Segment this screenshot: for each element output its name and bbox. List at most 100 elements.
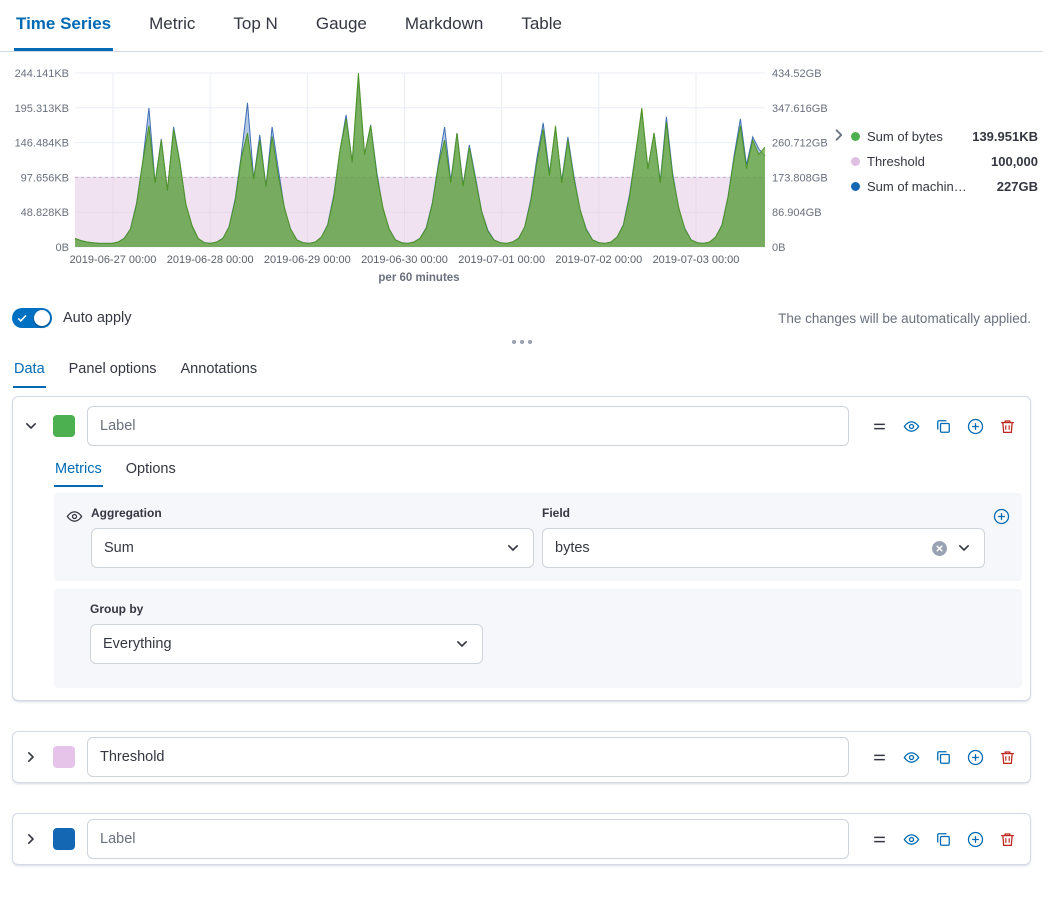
plus-icon — [967, 418, 984, 435]
chevron-right-icon — [23, 749, 39, 765]
auto-apply-help-text: The changes will be automatically applie… — [778, 311, 1031, 326]
clear-field-button[interactable] — [931, 540, 948, 557]
svg-text:347.616GB: 347.616GB — [772, 103, 828, 115]
tab-table[interactable]: Table — [519, 0, 564, 51]
auto-apply-toggle[interactable] — [12, 308, 52, 328]
legend-color-dot — [851, 157, 860, 166]
svg-text:173.808GB: 173.808GB — [772, 172, 828, 184]
plus-icon — [967, 749, 984, 766]
chevron-down-icon — [454, 636, 470, 652]
add-metric-button[interactable] — [993, 508, 1010, 525]
tab-gauge[interactable]: Gauge — [314, 0, 369, 51]
tab-options[interactable]: Options — [125, 453, 177, 487]
toggle-metric-visibility-button[interactable] — [66, 508, 83, 525]
legend-item-value: 100,000 — [991, 154, 1038, 169]
trash-icon — [999, 831, 1016, 848]
legend-item[interactable]: Threshold 100,000 — [851, 149, 1038, 174]
series-color-swatch[interactable] — [53, 746, 75, 768]
trash-icon — [999, 749, 1016, 766]
add-series-button[interactable] — [967, 831, 984, 848]
series-label-input[interactable] — [87, 737, 849, 777]
copy-icon — [935, 749, 952, 766]
editor-tabs: Data Panel options Annotations — [0, 352, 1043, 388]
aggregation-label: Aggregation — [91, 506, 534, 520]
legend-color-dot — [851, 132, 860, 141]
toggle-series-visibility-button[interactable] — [903, 749, 920, 766]
svg-text:2019-07-01 00:00: 2019-07-01 00:00 — [458, 254, 545, 266]
series-row-header — [13, 397, 1030, 453]
series-actions — [871, 418, 1020, 435]
series-expand-button[interactable] — [21, 829, 41, 849]
legend-collapse-button[interactable] — [830, 126, 848, 144]
svg-text:244.141KB: 244.141KB — [15, 68, 69, 80]
metrics-options-tabs: Metrics Options — [13, 453, 1030, 487]
tab-annotations[interactable]: Annotations — [180, 352, 259, 388]
svg-text:97.656KB: 97.656KB — [21, 172, 69, 184]
field-value: bytes — [555, 540, 590, 556]
svg-text:0B: 0B — [772, 242, 785, 254]
clone-series-button[interactable] — [935, 749, 952, 766]
group-by-value: Everything — [103, 636, 172, 652]
legend-item-label: Sum of machin… — [867, 179, 967, 194]
add-series-button[interactable] — [967, 749, 984, 766]
chevron-down-icon — [956, 540, 972, 556]
plus-icon — [967, 831, 984, 848]
drag-handle[interactable] — [871, 418, 888, 435]
field-combobox[interactable]: bytes — [542, 528, 985, 568]
chart-section: 244.141KB434.52GB195.313KB347.616GB146.4… — [0, 52, 1043, 292]
tab-time-series[interactable]: Time Series — [14, 0, 113, 51]
toggle-series-visibility-button[interactable] — [903, 418, 920, 435]
panel-resize-handle[interactable] — [0, 336, 1043, 352]
chevron-right-icon — [23, 831, 39, 847]
field-column: Field bytes — [542, 506, 985, 568]
series-color-swatch[interactable] — [53, 415, 75, 437]
legend-item[interactable]: Sum of machin… 227GB — [851, 174, 1038, 199]
trash-icon — [999, 418, 1016, 435]
group-by-select[interactable]: Everything — [90, 624, 483, 664]
legend-item[interactable]: Sum of bytes 139.951KB — [851, 124, 1038, 149]
svg-text:2019-07-02 00:00: 2019-07-02 00:00 — [555, 254, 642, 266]
toggle-series-visibility-button[interactable] — [903, 831, 920, 848]
tab-metric[interactable]: Metric — [147, 0, 197, 51]
series-panels: Metrics Options Aggregation Sum Field — [0, 388, 1043, 883]
drag-handle-icon — [871, 749, 888, 766]
clear-icon — [931, 540, 948, 557]
clone-series-button[interactable] — [935, 831, 952, 848]
auto-apply-row: Auto apply The changes will be automatic… — [0, 292, 1043, 336]
visualization-type-tabs: Time Series Metric Top N Gauge Markdown … — [0, 0, 1043, 52]
toggle-knob — [34, 310, 50, 326]
svg-text:146.484KB: 146.484KB — [15, 138, 69, 150]
clone-series-button[interactable] — [935, 418, 952, 435]
tab-data[interactable]: Data — [13, 352, 46, 388]
group-by-label: Group by — [90, 602, 1010, 616]
tab-panel-options[interactable]: Panel options — [68, 352, 158, 388]
add-series-button[interactable] — [967, 418, 984, 435]
eye-icon — [903, 831, 920, 848]
chart-legend: Sum of bytes 139.951KB Threshold 100,000… — [851, 124, 1038, 199]
drag-handle[interactable] — [871, 831, 888, 848]
delete-series-button[interactable] — [999, 831, 1016, 848]
series-panel — [12, 813, 1031, 865]
series-row-header — [13, 732, 1030, 782]
drag-handle[interactable] — [871, 749, 888, 766]
series-label-input[interactable] — [87, 819, 849, 859]
legend-item-label: Sum of bytes — [867, 129, 943, 144]
svg-text:per 60 minutes: per 60 minutes — [378, 272, 459, 284]
series-collapse-button[interactable] — [21, 416, 41, 436]
series-label-input[interactable] — [87, 406, 849, 446]
chevron-right-icon — [830, 126, 848, 144]
eye-icon — [903, 749, 920, 766]
field-label: Field — [542, 506, 985, 520]
delete-series-button[interactable] — [999, 418, 1016, 435]
tab-markdown[interactable]: Markdown — [403, 0, 485, 51]
group-by-section: Group by Everything — [54, 589, 1022, 688]
tab-top-n[interactable]: Top N — [231, 0, 279, 51]
series-expand-button[interactable] — [21, 747, 41, 767]
delete-series-button[interactable] — [999, 749, 1016, 766]
drag-handle-icon — [871, 418, 888, 435]
series-color-swatch[interactable] — [53, 828, 75, 850]
eye-icon — [66, 508, 83, 525]
tab-metrics[interactable]: Metrics — [54, 453, 103, 487]
svg-text:195.313KB: 195.313KB — [15, 103, 69, 115]
aggregation-select[interactable]: Sum — [91, 528, 534, 568]
